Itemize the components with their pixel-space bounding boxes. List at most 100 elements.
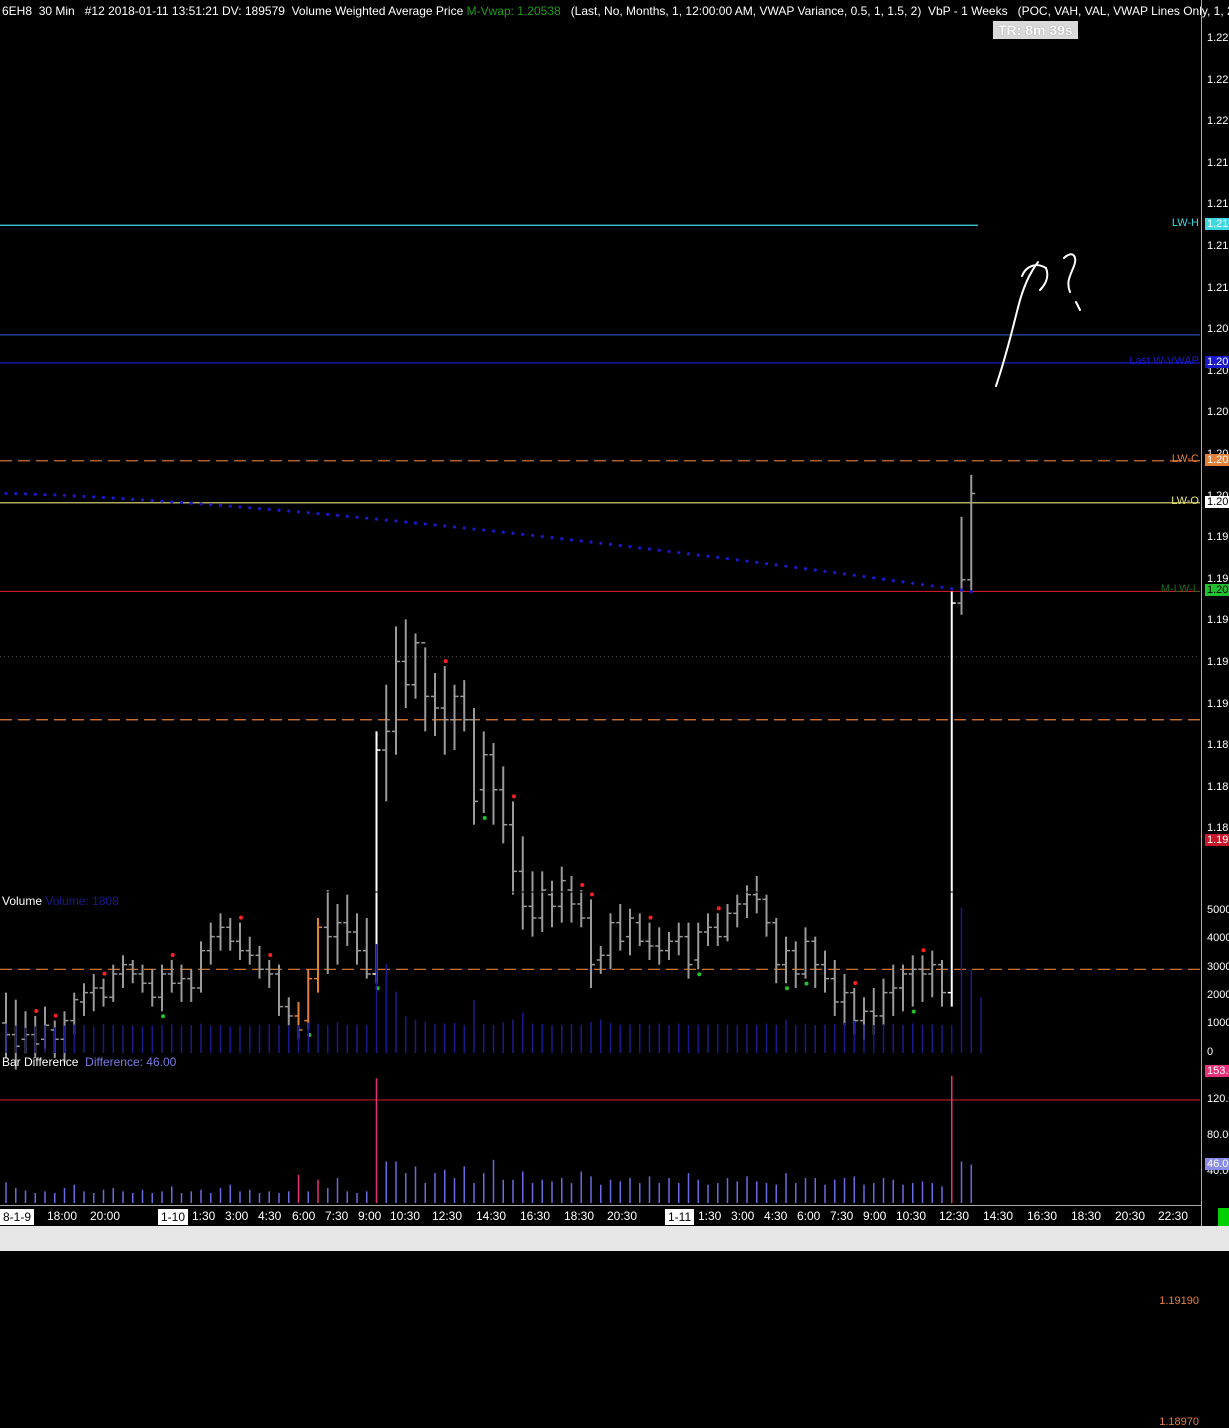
signal-dot-45 (443, 659, 448, 664)
signal-dot-49 (482, 816, 487, 821)
time-tick-16: 1-11 (665, 1209, 695, 1225)
time-tick-5: 3:00 (225, 1209, 249, 1223)
vwap-point-17 (170, 500, 174, 504)
vwap-point-35 (345, 514, 349, 518)
vwap-point-7 (72, 494, 76, 498)
signal-dot-80 (785, 986, 789, 991)
vwap-point-32 (316, 512, 320, 516)
price-tick-12: 1.19 (1207, 531, 1229, 544)
vwap-point-10 (101, 495, 106, 500)
signal-dot-27 (268, 952, 273, 957)
vwap-point-92 (901, 580, 905, 584)
price-tick-18: 1.18 (1207, 780, 1229, 793)
time-tick-4: 1:30 (192, 1209, 216, 1223)
vwap-point-57 (560, 537, 564, 541)
time-tick-29: 22:30 (1158, 1209, 1189, 1223)
signal-dot-59 (580, 883, 585, 887)
vwap-point-24 (238, 505, 242, 509)
vwap-point-77 (755, 560, 759, 564)
volume-value: Volume: 1808 (45, 894, 119, 908)
time-axis[interactable] (0, 1205, 1201, 1206)
vwap-point-47 (462, 526, 466, 530)
level-label-2: Last W-VWAP (1129, 354, 1199, 367)
vwap-point-30 (296, 510, 301, 514)
vwap-point-42 (413, 521, 418, 525)
vwap-point-54 (530, 533, 535, 538)
price-tick-19: 1.18 (1207, 822, 1229, 835)
vwap-point-41 (404, 520, 408, 524)
volume-tick-3: 2000 (1207, 988, 1229, 1001)
time-tick-10: 10:30 (390, 1209, 421, 1223)
difference-value: Difference: 46.00 (85, 1055, 177, 1069)
volume-tick-4: 1000 (1207, 1017, 1229, 1030)
time-tick-0: 8-1-9 (0, 1209, 35, 1225)
vbp-name: VbP - 1 Weeks (927, 4, 1008, 18)
time-tick-26: 16:30 (1027, 1209, 1058, 1223)
vwap-point-80 (784, 564, 788, 568)
level-label-3: LW-C (1171, 452, 1199, 465)
vwap-point-79 (774, 563, 778, 567)
vwap-point-29 (287, 509, 291, 513)
price-tick-5: 1.21 (1207, 240, 1229, 252)
vwap-point-14 (140, 498, 145, 502)
vwap-point-81 (794, 565, 798, 570)
time-tick-25: 14:30 (983, 1209, 1014, 1223)
vwap-point-68 (667, 549, 671, 553)
vwap-point-63 (618, 543, 622, 548)
vwap-point-37 (365, 516, 369, 520)
vwap-point-3 (33, 492, 37, 496)
level-tag-4: 1.20 (1205, 495, 1229, 508)
vwap-point-49 (482, 528, 486, 532)
vwap-point-78 (764, 562, 769, 566)
vwap-point-45 (443, 524, 447, 528)
time-tick-15: 20:30 (607, 1209, 638, 1223)
vwap-point-96 (940, 585, 944, 589)
signal-dot-71 (697, 972, 702, 977)
vwap-point-21 (209, 503, 213, 507)
volume-tick-1: 4000 (1207, 932, 1229, 945)
price-tick-7: 1.20 (1207, 323, 1229, 336)
time-tick-27: 18:30 (1071, 1209, 1102, 1223)
vwap-point-26 (257, 506, 262, 511)
signal-dot-87 (853, 980, 858, 985)
time-tick-3: 1-10 (158, 1209, 189, 1225)
vwap-point-73 (716, 555, 720, 560)
vwap-point-58 (569, 538, 574, 542)
vwap-point-67 (657, 548, 661, 552)
time-tick-12: 14:30 (476, 1209, 507, 1223)
time-tick-11: 12:30 (432, 1209, 463, 1223)
signal-dot-24 (239, 915, 243, 920)
interval: 30 Min (38, 4, 75, 18)
signal-dot-66 (648, 915, 653, 920)
vwap-point-15 (150, 498, 154, 503)
price-tick-2: 1.22 (1207, 115, 1229, 128)
vwap-point-18 (179, 500, 184, 505)
signal-dot-17 (170, 952, 175, 957)
vwap-point-60 (589, 540, 593, 544)
vwap-point-11 (111, 496, 115, 500)
vwap-point-38 (374, 517, 379, 521)
symbol: 6EH8 (2, 4, 33, 18)
difference-tag-1: 46.00 (1205, 1158, 1229, 1170)
vwap-point-52 (511, 531, 515, 535)
vwap-point-84 (823, 569, 827, 573)
vwap-point-59 (579, 539, 583, 543)
signal-dot-94 (921, 948, 926, 953)
vbp-params: (POC, VAH, VAL, VWAP Lines Only, 1, 2, M… (1017, 4, 1229, 18)
price-tick-16: 1.19 (1207, 697, 1229, 710)
vwap-point-61 (599, 541, 603, 545)
price-tick-15: 1.19 (1207, 656, 1229, 668)
vwap-point-23 (228, 504, 232, 508)
scroll-bar[interactable] (0, 1226, 1229, 1251)
time-tick-20: 6:00 (797, 1209, 821, 1223)
vwap-point-62 (608, 542, 613, 546)
volume-tick-0: 5000 (1207, 904, 1229, 916)
time-tick-19: 4:30 (764, 1209, 788, 1223)
volume-tick-2: 3000 (1207, 960, 1229, 973)
time-tick-17: 1:30 (698, 1209, 722, 1223)
vwap-point-20 (199, 502, 203, 506)
time-tick-22: 9:00 (863, 1209, 887, 1223)
difference-tag-0: 153.0 (1205, 1065, 1229, 1077)
volume-pane-title: Volume Volume: 1808 (2, 894, 119, 908)
price-tick-13: 1.19 (1207, 572, 1229, 585)
